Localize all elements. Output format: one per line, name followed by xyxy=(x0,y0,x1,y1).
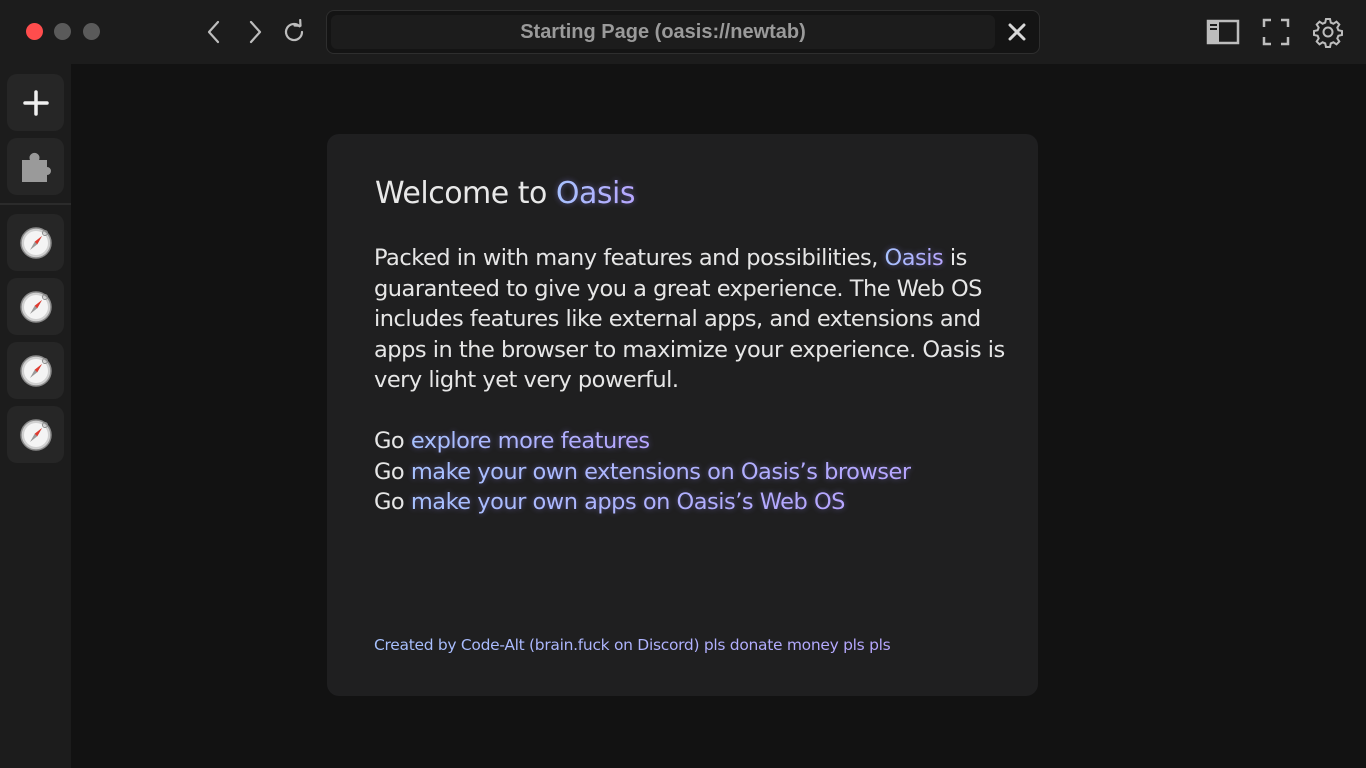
link-prefix: Go xyxy=(374,458,411,485)
address-bar xyxy=(326,10,1040,54)
credits-footer: Created by Code-Alt (brain.fuck on Disco… xyxy=(374,636,891,654)
chevron-right-icon xyxy=(249,20,262,44)
url-close-button[interactable] xyxy=(999,15,1035,49)
sidebar xyxy=(0,64,71,768)
link-prefix: Go xyxy=(374,489,411,515)
back-button[interactable] xyxy=(197,16,231,48)
forward-button[interactable] xyxy=(238,16,272,48)
window-maximize-button[interactable] xyxy=(83,23,100,40)
new-tab-button[interactable] xyxy=(7,74,64,131)
reload-icon xyxy=(284,19,304,42)
sidebar-toggle-button[interactable] xyxy=(1205,14,1241,50)
compass-icon xyxy=(19,290,52,323)
window-minimize-button[interactable] xyxy=(54,23,71,40)
apps-link[interactable]: make your own apps on Oasis’s Web OS xyxy=(411,489,846,515)
title-prefix: Welcome to xyxy=(375,176,556,211)
plus-icon xyxy=(22,89,49,116)
sidebar-divider xyxy=(0,203,71,205)
para-start: Packed in with many features and possibi… xyxy=(374,245,885,271)
explore-features-link[interactable]: explore more features xyxy=(411,428,650,454)
extensions-link[interactable]: make your own extensions on Oasis’s brow… xyxy=(411,459,911,485)
para-accent: Oasis xyxy=(884,245,944,271)
reload-button[interactable] xyxy=(277,16,311,48)
url-input[interactable] xyxy=(331,15,995,49)
top-bar xyxy=(0,0,1366,64)
fullscreen-icon xyxy=(1262,18,1290,46)
link-line: Go make your own extensions on Oasis’s b… xyxy=(374,457,1014,488)
compass-icon xyxy=(19,226,52,259)
welcome-card: Welcome to Oasis Packed in with many fea… xyxy=(327,134,1038,696)
close-icon xyxy=(1008,23,1026,41)
page-title: Welcome to Oasis xyxy=(375,176,636,211)
link-line: Go explore more features xyxy=(374,426,1014,457)
puzzle-icon xyxy=(21,152,51,182)
fullscreen-button[interactable] xyxy=(1258,14,1294,50)
compass-icon xyxy=(19,354,52,387)
link-prefix: Go xyxy=(374,428,411,454)
sidebar-tab-4[interactable] xyxy=(7,406,64,463)
window-close-button[interactable] xyxy=(26,23,43,40)
title-accent: Oasis xyxy=(555,176,636,211)
settings-button[interactable] xyxy=(1310,14,1346,50)
sidebar-tab-1[interactable] xyxy=(7,214,64,271)
chevron-left-icon xyxy=(207,20,220,44)
links-list: Go explore more features Go make your ow… xyxy=(374,426,1014,518)
link-line: Go make your own apps on Oasis’s Web OS xyxy=(374,487,1014,518)
compass-icon xyxy=(19,418,52,451)
extensions-button[interactable] xyxy=(7,138,64,195)
gear-icon xyxy=(1313,18,1343,48)
sidebar-toggle-icon xyxy=(1206,19,1240,45)
sidebar-tab-2[interactable] xyxy=(7,278,64,335)
intro-paragraph: Packed in with many features and possibi… xyxy=(374,243,1014,396)
sidebar-tab-3[interactable] xyxy=(7,342,64,399)
